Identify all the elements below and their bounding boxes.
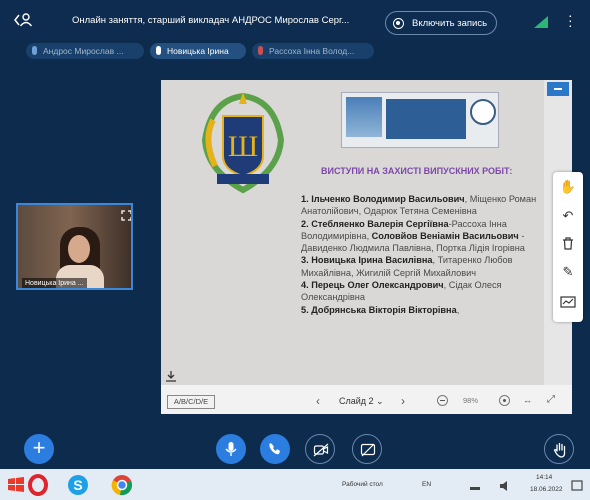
participant-name: Рассоха Інна Волод...: [269, 46, 355, 56]
phone-icon: [269, 443, 280, 455]
zoom-out-icon[interactable]: [437, 395, 448, 406]
university-logo: Ш: [193, 90, 293, 198]
microphone-icon: [32, 46, 37, 55]
list-item: 1. Ільченко Володимир Васильович, Міщенк…: [301, 194, 537, 217]
zoom-level: 98%: [463, 396, 479, 405]
minimize-icon[interactable]: [547, 82, 569, 96]
muted-microphone-icon: [258, 46, 263, 55]
volume-icon[interactable]: [498, 473, 512, 497]
camera-off-icon: [313, 443, 329, 457]
undo-icon[interactable]: ↶: [557, 205, 579, 227]
participant-chip[interactable]: Рассоха Інна Волод...: [252, 43, 374, 59]
drawing-tools-panel: ✋ ↶ ✎: [553, 172, 583, 322]
start-icon[interactable]: [4, 473, 28, 497]
zoom-in-icon[interactable]: [499, 395, 510, 406]
fit-width-icon[interactable]: ↔: [523, 395, 532, 405]
windows-taskbar: S Рабочий стол EN 14:14 18.06.2022: [0, 469, 590, 500]
participant-name: Новицька Ірина: [167, 46, 229, 56]
more-menu-icon[interactable]: · · ·: [568, 8, 573, 32]
top-bar: Онлайн заняття, старший викладач АНДРОС …: [0, 0, 590, 40]
participant-chip[interactable]: Андрос Мирослав ...: [26, 43, 144, 59]
hand-icon: [553, 442, 566, 458]
microphone-icon: [156, 46, 161, 55]
record-icon: [393, 18, 404, 29]
slide-indicator[interactable]: Слайд 2 ⌄: [339, 396, 384, 407]
clock-time[interactable]: 14:14: [536, 474, 552, 481]
record-button[interactable]: Включить запись: [385, 11, 497, 35]
banner-photo: [346, 97, 382, 137]
slide-heading: ВИСТУПИ НА ЗАХИСТІ ВИПУСКНИХ РОБІТ:: [321, 166, 513, 176]
screen-share-off-icon: [360, 443, 376, 457]
add-button[interactable]: +: [24, 434, 54, 464]
clock-date[interactable]: 18.06.2022: [530, 486, 563, 493]
presentation-slide: Ш ВИСТУПИ НА ЗАХИСТІ ВИПУСКНИХ РОБІТ: 1.…: [161, 80, 544, 385]
expand-icon[interactable]: [121, 208, 131, 221]
fullscreen-icon[interactable]: ⤢: [547, 394, 555, 405]
camera-person-face: [68, 235, 90, 263]
camera-button[interactable]: [305, 434, 335, 464]
next-slide-icon[interactable]: ›: [401, 394, 405, 408]
end-call-button[interactable]: [260, 434, 290, 464]
language-indicator[interactable]: EN: [422, 481, 431, 488]
layout-select[interactable]: A/B/C/D/E: [167, 395, 215, 409]
list-item: 5. Добрянська Вікторія Вікторівна,: [301, 304, 460, 315]
previous-slide-icon[interactable]: ‹: [316, 394, 320, 408]
meeting-title: Онлайн заняття, старший викладач АНДРОС …: [72, 15, 350, 26]
microphone-button[interactable]: [216, 434, 246, 464]
slide-list: 1. Ільченко Володимир Васильович, Міщенк…: [301, 193, 541, 316]
hand-icon[interactable]: ✋: [557, 176, 579, 198]
camera-tile[interactable]: Новицька Ірина ...: [16, 203, 133, 290]
back-user-icon[interactable]: [14, 12, 36, 30]
whiteboard-icon[interactable]: [557, 291, 579, 313]
pen-icon[interactable]: ✎: [557, 261, 579, 283]
participant-bar: Андрос Мирослав ... Новицька Ірина Рассо…: [0, 40, 590, 62]
slide-toolbar: A/B/C/D/E ‹ Слайд 2 ⌄ › 98% ↔ ⤢: [161, 388, 572, 414]
svg-text:S: S: [73, 477, 82, 493]
camera-participant-name: Новицька Ірина ...: [22, 278, 87, 288]
svg-text:Ш: Ш: [228, 130, 258, 163]
list-item: 4. Перець Олег Олександрович, Сідак Олес…: [301, 280, 502, 303]
presentation-frame: Ш ВИСТУПИ НА ЗАХИСТІ ВИПУСКНИХ РОБІТ: 1.…: [161, 80, 572, 414]
event-banner: [341, 92, 499, 148]
chrome-icon[interactable]: [110, 473, 134, 497]
participant-name: Андрос Мирослав ...: [43, 46, 124, 56]
desktop-label[interactable]: Рабочий стол: [342, 481, 383, 488]
banner-seal: [470, 99, 496, 125]
raise-hand-button[interactable]: [544, 434, 574, 464]
list-item: 2. Стебляенко Валерія Сергіївна-Рассоха …: [301, 218, 525, 254]
skype-icon[interactable]: S: [66, 473, 90, 497]
participant-chip[interactable]: Новицька Ірина: [150, 43, 246, 59]
download-icon[interactable]: [165, 370, 177, 382]
trash-icon[interactable]: [557, 233, 579, 255]
microphone-icon: [225, 442, 237, 456]
opera-icon[interactable]: [26, 473, 50, 497]
notifications-icon[interactable]: [570, 473, 584, 497]
signal-icon[interactable]: [533, 15, 549, 29]
banner-text-block: [386, 99, 466, 139]
screen-share-button[interactable]: [352, 434, 382, 464]
record-label: Включить запись: [412, 18, 488, 29]
list-item: 3. Новицька Ірина Василівна, Титаренко Л…: [301, 255, 513, 278]
network-icon[interactable]: [468, 473, 482, 497]
